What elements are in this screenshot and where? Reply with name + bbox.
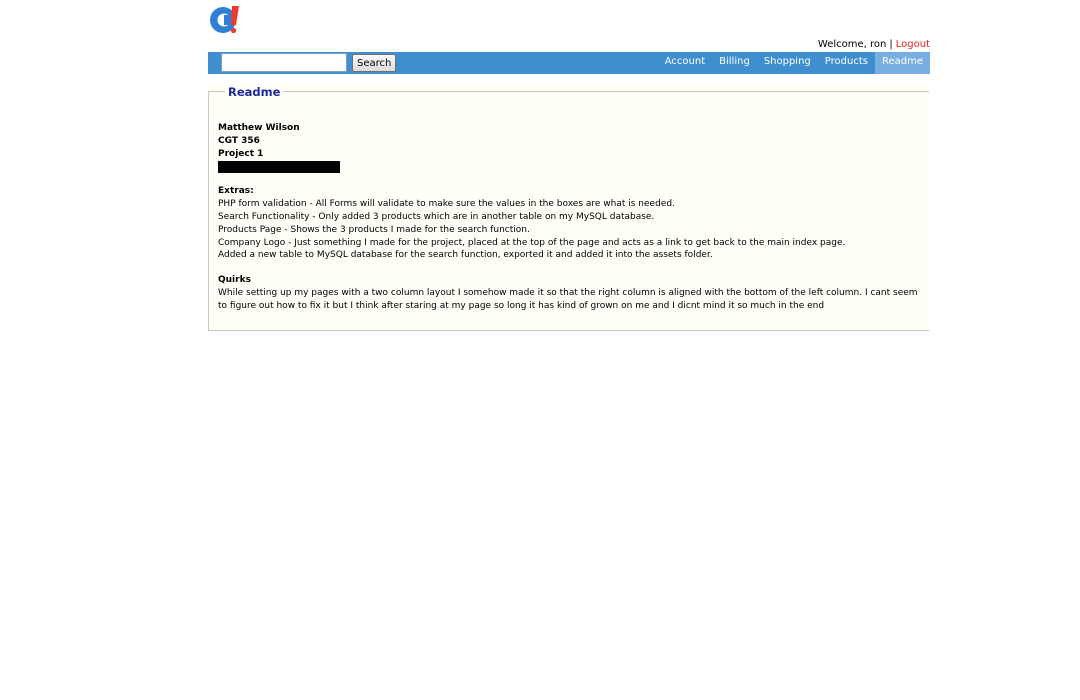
logo-icon [210,6,239,34]
extras-item: Added a new table to MySQL database for … [218,250,713,261]
extras-item: PHP form validation - All Forms will val… [218,199,675,210]
readme-section: Readme Matthew Wilson CGT 356 Project 1 … [208,85,929,331]
nav-readme[interactable]: Readme [874,52,930,74]
readme-heading: Readme [225,85,284,99]
quirks-heading: Quirks [218,275,251,286]
logout-link[interactable]: Logout [896,39,930,50]
course-code: CGT 356 [218,135,260,146]
nav-account[interactable]: Account [658,52,712,74]
search-input[interactable] [221,53,347,72]
project-name: Project 1 [218,148,264,159]
main-content: Readme Matthew Wilson CGT 356 Project 1 … [208,85,930,331]
nav-menu: Account Billing Shopping Products Readme [658,52,930,74]
nav-shopping[interactable]: Shopping [757,52,818,74]
extras-item: Company Logo - Just something I made for… [218,237,846,248]
company-logo[interactable] [208,3,242,35]
extras-heading: Extras: [218,186,254,197]
quirks-text: While setting up my pages with a two col… [218,287,918,311]
readme-body: Matthew Wilson CGT 356 Project 1 Extras:… [218,122,918,313]
search-button[interactable]: Search [352,54,397,72]
welcome-text: Welcome, ron [817,39,887,50]
nav-products[interactable]: Products [818,52,875,74]
extras-item: Search Functionality - Only added 3 prod… [218,211,655,222]
redacted-block [218,161,340,174]
navbar: Search Account Billing Shopping Products… [208,52,930,74]
welcome-bar: Welcome, ron | Logout [818,39,930,50]
author-name: Matthew Wilson [218,123,300,133]
separator: | [889,39,893,50]
extras-item: Products Page - Shows the 3 products I m… [218,224,530,235]
nav-billing[interactable]: Billing [712,52,757,74]
